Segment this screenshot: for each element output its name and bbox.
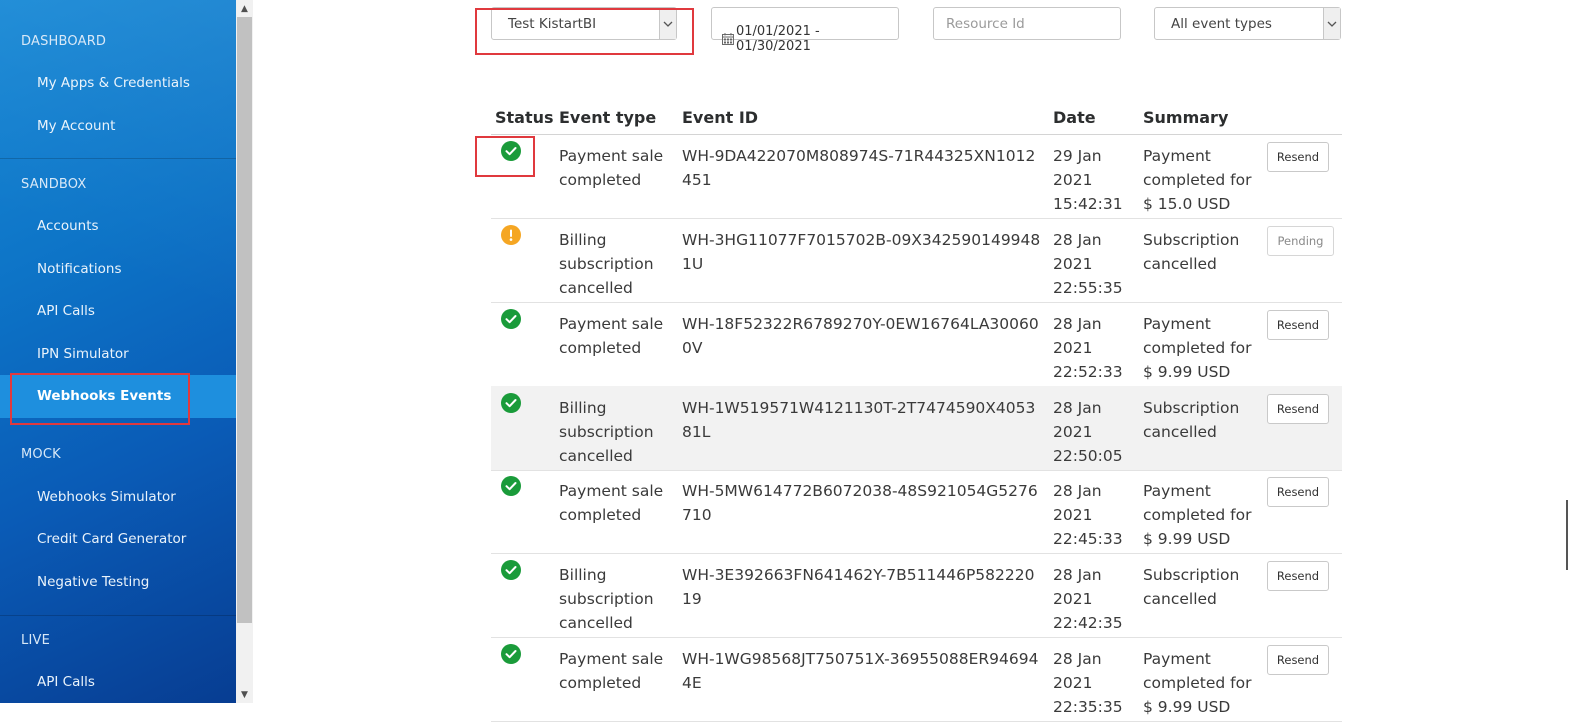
summary-cell: Payment completed for $ 15.0 USD (1143, 147, 1252, 213)
event-type-cell: Billing subscription cancelled (559, 566, 654, 632)
event-id-cell: WH-1WG98568JT750751X-36955088ER946944E (682, 650, 1039, 692)
summary-cell: Payment completed for $ 9.99 USD (1143, 315, 1252, 381)
sidebar-item-api-calls[interactable]: API Calls (37, 303, 95, 319)
scroll-thumb[interactable] (237, 17, 252, 623)
event-type-cell: Payment sale completed (559, 482, 664, 524)
success-check-icon (501, 393, 521, 413)
sidebar-item-label: Webhooks Events (37, 388, 172, 404)
sidebar-item-live-api-calls[interactable]: API Calls (37, 674, 95, 690)
date-cell: 28 Jan 2021 22:42:35 (1053, 566, 1123, 632)
calendar-icon (722, 33, 734, 45)
pending-button[interactable]: Pending (1267, 226, 1334, 256)
table-row: Payment sale completed WH-18F52322R678927… (491, 302, 1342, 387)
sidebar-nav: DASHBOARD My Apps & Credentials My Accou… (0, 0, 236, 703)
date-range-value: 01/01/2021 - 01/30/2021 (735, 24, 820, 54)
event-type-cell: Billing subscription cancelled (559, 231, 654, 297)
resend-button[interactable]: Resend (1267, 561, 1329, 591)
success-check-icon (501, 560, 521, 580)
table-row: Payment sale completed WH-5MW614772B60720… (491, 469, 1342, 554)
event-type-cell: Payment sale completed (559, 650, 664, 692)
column-header-event-id: Event ID (682, 108, 759, 127)
warning-icon (501, 225, 521, 245)
event-id-cell: WH-18F52322R6789270Y-0EW16764LA300600V (682, 315, 1039, 357)
sidebar-item-webhooks-simulator[interactable]: Webhooks Simulator (37, 489, 176, 505)
event-type-cell: Payment sale completed (559, 315, 664, 357)
date-cell: 29 Jan 2021 15:42:31 (1053, 147, 1123, 213)
sidebar-divider (0, 615, 236, 616)
event-id-cell: WH-3E392663FN641462Y-7B511446P58222019 (682, 566, 1035, 608)
event-type-select-value: All event types (1171, 16, 1272, 32)
page-edge-marker (1566, 500, 1568, 570)
resend-button[interactable]: Resend (1267, 142, 1329, 172)
date-cell: 28 Jan 2021 22:52:33 (1053, 315, 1123, 381)
section-heading-live: LIVE (21, 633, 50, 648)
event-type-select[interactable]: All event types (1154, 7, 1341, 40)
date-cell: 28 Jan 2021 22:55:35 (1053, 231, 1123, 297)
summary-cell: Payment completed for $ 9.99 USD (1143, 482, 1252, 548)
scroll-down-icon[interactable]: ▼ (236, 686, 253, 703)
section-heading-sandbox: SANDBOX (21, 177, 87, 192)
date-cell: 28 Jan 2021 22:35:35 (1053, 650, 1123, 716)
resend-button[interactable]: Resend (1267, 310, 1329, 340)
column-header-event-type: Event type (559, 108, 657, 127)
summary-cell: Subscription cancelled (1143, 399, 1240, 441)
sidebar-item-negative-testing[interactable]: Negative Testing (37, 574, 149, 590)
table-row: Payment sale completed WH-9DA422070M80897… (491, 134, 1342, 219)
success-check-icon (501, 644, 521, 664)
event-id-cell: WH-9DA422070M808974S-71R44325XN1012451 (682, 147, 1036, 189)
summary-cell: Payment completed for $ 9.99 USD (1143, 650, 1252, 716)
account-select-value: Test KistartBI (508, 16, 597, 32)
chevron-down-icon[interactable] (659, 8, 676, 39)
sidebar-item-notifications[interactable]: Notifications (37, 261, 122, 277)
sidebar-item-my-apps[interactable]: My Apps & Credentials (37, 75, 190, 91)
success-check-icon (501, 476, 521, 496)
resource-id-input[interactable] (933, 7, 1121, 40)
sidebar-item-credit-card-generator[interactable]: Credit Card Generator (37, 531, 186, 547)
sidebar-divider (0, 158, 236, 159)
resend-button[interactable]: Resend (1267, 394, 1329, 424)
section-heading-dashboard: DASHBOARD (21, 34, 107, 49)
resend-button[interactable]: Resend (1267, 645, 1329, 675)
sidebar-item-webhooks-events[interactable]: Webhooks Events (0, 375, 236, 418)
column-header-date: Date (1053, 108, 1096, 127)
date-range-picker[interactable]: 01/01/2021 - 01/30/2021 (711, 7, 899, 54)
table-row: Billing subscription cancelled WH-3E39266… (491, 553, 1342, 638)
event-id-cell: WH-5MW614772B6072038-48S921054G5276710 (682, 482, 1038, 524)
resend-button[interactable]: Resend (1267, 477, 1329, 507)
column-header-summary: Summary (1143, 108, 1229, 127)
scroll-up-icon[interactable]: ▲ (236, 0, 253, 17)
sidebar-item-ipn-simulator[interactable]: IPN Simulator (37, 346, 129, 362)
event-type-cell: Billing subscription cancelled (559, 399, 654, 465)
summary-cell: Subscription cancelled (1143, 566, 1240, 608)
table-row: Payment sale completed WH-1WG98568JT75075… (491, 637, 1342, 722)
event-type-cell: Payment sale completed (559, 147, 664, 189)
success-check-icon (501, 141, 521, 161)
date-cell: 28 Jan 2021 22:45:33 (1053, 482, 1123, 548)
table-row: Billing subscription cancelled WH-1W51957… (491, 386, 1342, 471)
chevron-down-icon[interactable] (1323, 8, 1340, 39)
summary-cell: Subscription cancelled (1143, 231, 1240, 273)
section-heading-mock: MOCK (21, 447, 61, 462)
sidebar-item-accounts[interactable]: Accounts (37, 218, 99, 234)
table-header: Status Event type Event ID Date Summary (491, 100, 1342, 135)
success-check-icon (501, 309, 521, 329)
sidebar-scrollbar[interactable]: ▲ ▼ (236, 0, 253, 703)
sidebar-item-my-account[interactable]: My Account (37, 118, 115, 134)
date-cell: 28 Jan 2021 22:50:05 (1053, 399, 1123, 465)
account-select[interactable]: Test KistartBI (491, 7, 677, 40)
table-row: Billing subscription cancelled WH-3HG1107… (491, 218, 1342, 303)
event-id-cell: WH-3HG11077F7015702B-09X3425901499481U (682, 231, 1041, 273)
column-header-status: Status (495, 108, 554, 127)
event-id-cell: WH-1W519571W4121130T-2T7474590X405381L (682, 399, 1036, 441)
